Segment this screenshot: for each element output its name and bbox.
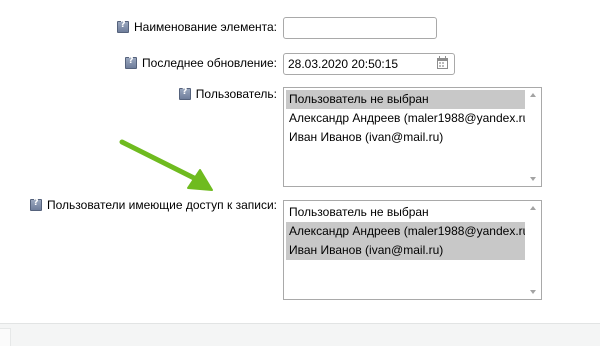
user-listbox[interactable]: Пользователь не выбран Александр Андреев…	[283, 87, 542, 187]
last-update-value[interactable]: 28.03.2020 20:50:15	[288, 57, 398, 71]
list-item[interactable]: Александр Андреев (maler1988@yandex.ru)	[286, 222, 525, 241]
users-access-label-row: Пользователи имеющие доступ к записи:	[29, 198, 277, 212]
last-update-label-row: Последнее обновление:	[125, 56, 277, 70]
list-item[interactable]: Иван Иванов (ivan@mail.ru)	[286, 128, 525, 147]
list-item[interactable]: Пользователь не выбран	[286, 90, 525, 109]
user-options: Пользователь не выбран Александр Андреев…	[286, 90, 525, 147]
help-icon[interactable]	[178, 87, 191, 100]
help-icon[interactable]	[29, 198, 42, 211]
users-access-listbox[interactable]: Пользователь не выбран Александр Андреев…	[283, 200, 542, 300]
footer-tab	[0, 328, 11, 346]
scroll-up-icon[interactable]	[530, 206, 536, 210]
scroll-down-icon[interactable]	[530, 177, 536, 181]
footer-strip	[0, 324, 600, 345]
form-panel: Наименование элемента: Последнее обновле…	[0, 0, 600, 324]
scroll-down-icon[interactable]	[530, 290, 536, 294]
last-update-field[interactable]: 28.03.2020 20:50:15	[283, 53, 455, 75]
list-item[interactable]: Александр Андреев (maler1988@yandex.ru)	[286, 109, 525, 128]
users-access-label: Пользователи имеющие доступ к записи:	[46, 198, 277, 212]
scrollbar[interactable]	[526, 201, 541, 299]
last-update-label: Последнее обновление:	[142, 56, 277, 70]
help-icon[interactable]	[117, 20, 130, 33]
element-name-input[interactable]	[283, 17, 437, 39]
arrow-annotation-icon	[119, 139, 213, 191]
list-item[interactable]: Иван Иванов (ivan@mail.ru)	[286, 241, 525, 260]
calendar-icon[interactable]	[437, 56, 448, 69]
user-label-row: Пользователь:	[178, 87, 277, 101]
scroll-up-icon[interactable]	[530, 93, 536, 97]
element-name-label: Наименование элемента:	[134, 20, 277, 34]
user-label: Пользователь:	[195, 87, 277, 101]
element-name-label-row: Наименование элемента:	[117, 20, 277, 34]
scrollbar[interactable]	[526, 88, 541, 186]
help-icon[interactable]	[125, 56, 138, 69]
users-access-options: Пользователь не выбран Александр Андреев…	[286, 203, 525, 260]
list-item[interactable]: Пользователь не выбран	[286, 203, 525, 222]
